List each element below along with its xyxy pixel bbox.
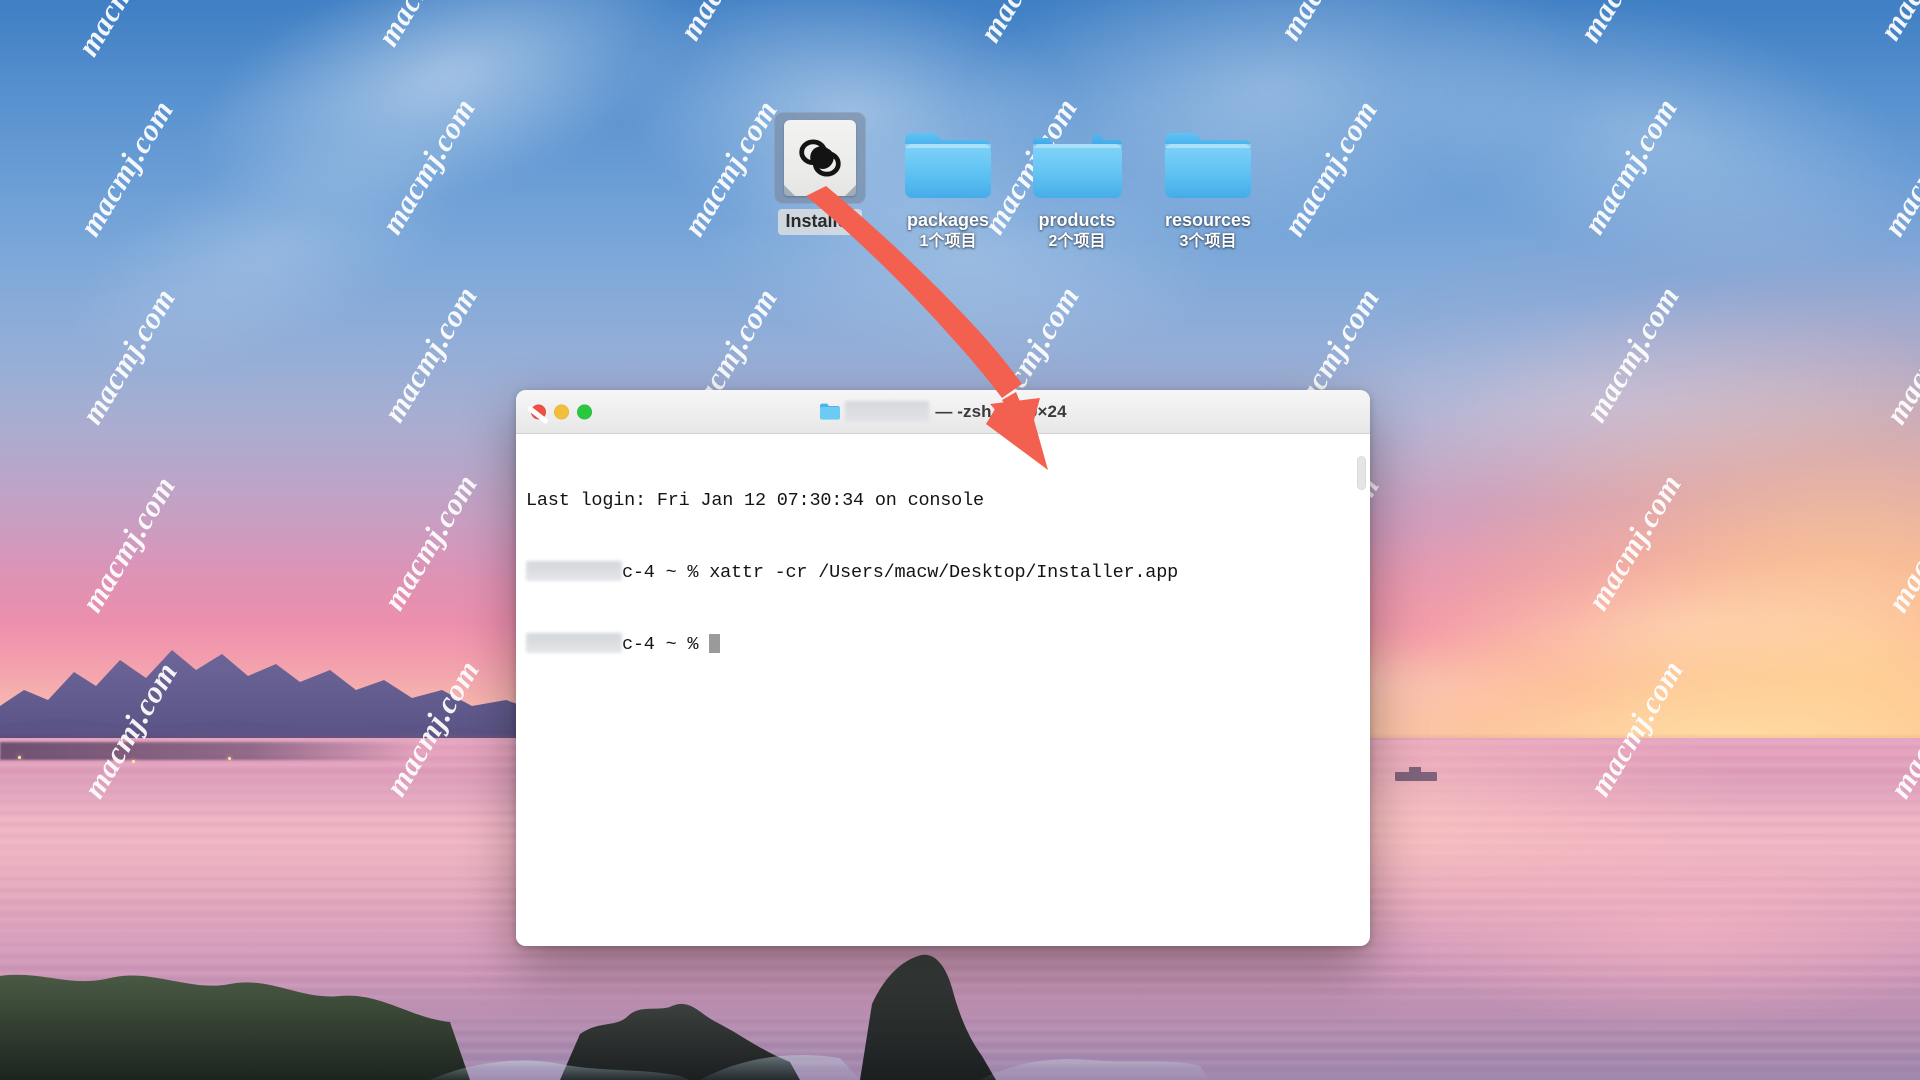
- terminal-host-prompt: c-4 ~ %: [622, 634, 710, 655]
- desktop-icon-resources[interactable]: resources 3个项目: [1133, 88, 1283, 252]
- redacted-hostname: [526, 633, 622, 653]
- terminal-window[interactable]: — -zsh — 80×24 Last login: Fri Jan 12 07…: [516, 390, 1370, 946]
- terminal-line-command: c-4 ~ % xattr -cr /Users/macw/Desktop/In…: [526, 561, 1360, 585]
- packages-icon-art: [873, 88, 1023, 204]
- folder-icon: [1165, 133, 1251, 198]
- terminal-title-suffix: — -zsh — 80×24: [935, 401, 1067, 421]
- desktop-icon-packages[interactable]: packages 1个项目: [873, 88, 1023, 252]
- resources-icon-art: [1133, 88, 1283, 204]
- adobe-creative-cloud-icon: [799, 139, 841, 177]
- products-icon-art: [1002, 88, 1152, 204]
- desktop-icon-label: products: [1038, 210, 1116, 230]
- folder-open-icon: [1033, 134, 1122, 198]
- redacted-username: [845, 401, 930, 422]
- desktop-icon-label: Installer: [778, 209, 862, 235]
- terminal-command-text: xattr -cr /Users/macw/Desktop/Installer.…: [709, 562, 1178, 583]
- terminal-title-bar[interactable]: — -zsh — 80×24: [516, 390, 1370, 434]
- wallpaper-rocks: [0, 954, 1210, 1080]
- desktop-icon-sublabel: 2个项目: [1048, 232, 1106, 250]
- folder-icon: [905, 133, 991, 198]
- terminal-host-prompt: c-4 ~ %: [622, 562, 710, 583]
- coast-light-dot: [132, 760, 135, 763]
- selection-highlight: [774, 112, 866, 204]
- wallpaper-ship: [1395, 767, 1437, 781]
- redacted-hostname: [526, 561, 622, 581]
- terminal-line-login: Last login: Fri Jan 12 07:30:34 on conso…: [526, 489, 1360, 513]
- coast-light-dot: [18, 756, 21, 759]
- wallpaper-coastline: [0, 742, 420, 760]
- terminal-title: — -zsh — 80×24: [516, 401, 1370, 422]
- terminal-output-area[interactable]: Last login: Fri Jan 12 07:30:34 on conso…: [516, 434, 1370, 946]
- terminal-line-prompt: c-4 ~ %: [526, 633, 1360, 657]
- desktop-icon-sublabel: 3个项目: [1179, 232, 1237, 250]
- terminal-scrollbar[interactable]: [1357, 456, 1366, 490]
- folder-icon: [820, 403, 841, 420]
- app-document-icon: [784, 120, 856, 196]
- desktop-icon-label: resources: [1164, 210, 1252, 230]
- desktop-icon-sublabel: 1个项目: [919, 232, 977, 250]
- terminal-line-text: Last login: Fri Jan 12 07:30:34 on conso…: [526, 490, 984, 511]
- terminal-cursor: [709, 634, 721, 653]
- coast-light-dot: [228, 757, 231, 760]
- desktop-icon-products[interactable]: products 2个项目: [1002, 88, 1152, 252]
- desktop-icon-label: packages: [906, 210, 990, 230]
